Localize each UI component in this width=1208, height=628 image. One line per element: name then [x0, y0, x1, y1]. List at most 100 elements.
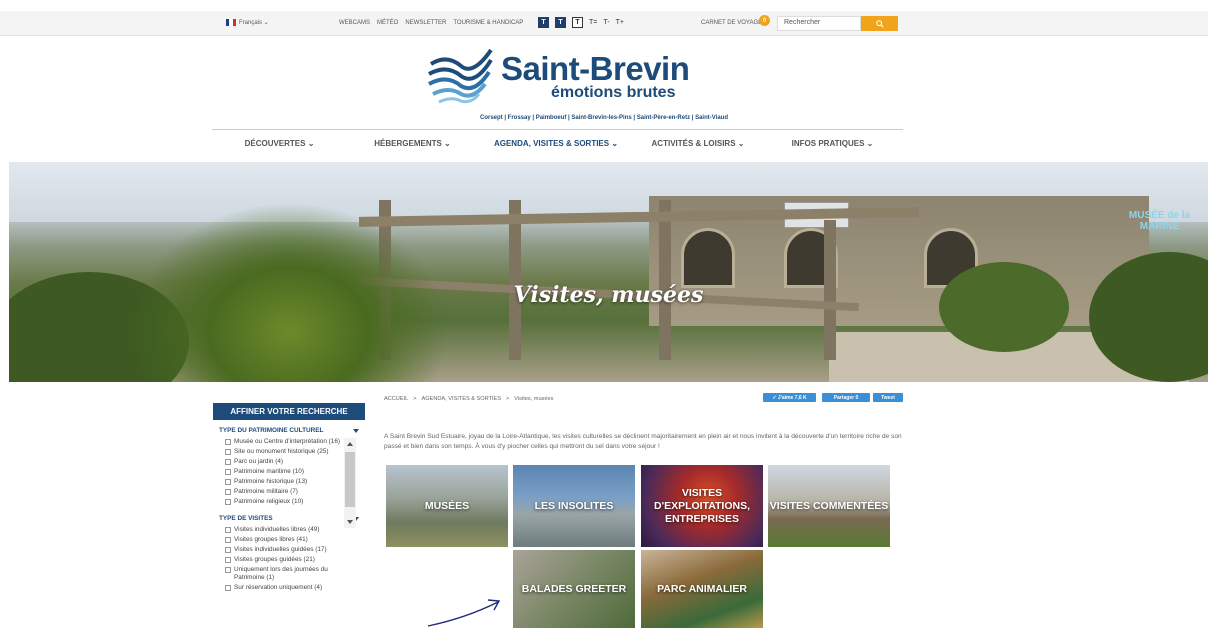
filter-option-label: Visites individuelles libres (49)	[234, 526, 320, 533]
filter-option[interactable]: Visites groupes libres (41)	[225, 536, 343, 544]
checkbox[interactable]	[225, 489, 231, 495]
logo-title: Saint-Brevin	[501, 50, 690, 87]
checkbox[interactable]	[225, 469, 231, 475]
filter-option[interactable]: Visites individuelles libres (49)	[225, 526, 343, 534]
tile-label: MUSÉES	[424, 499, 470, 512]
breadcrumb-agenda[interactable]: AGENDA, VISITES & SORTIES	[422, 396, 501, 402]
tile-visites-commentees[interactable]: VISITES COMMENTÉES	[768, 465, 890, 547]
font-reset-button[interactable]: T=	[589, 19, 597, 26]
share-button[interactable]: Partager 0	[822, 393, 870, 402]
breadcrumb-separator: >	[413, 396, 417, 402]
filter-option[interactable]: Site ou monument historique (25)	[225, 448, 343, 456]
tile-label: BALADES GREETER	[521, 582, 627, 595]
breadcrumb-current: Visites, musées	[514, 396, 554, 402]
filter-list-visites: Visites individuelles libres (49) Visite…	[213, 526, 365, 592]
filter-group-visites[interactable]: TYPE DE VISITES	[219, 515, 359, 522]
tile-label: LES INSOLITES	[534, 499, 614, 512]
filter-option[interactable]: Patrimoine religieux (10)	[225, 498, 343, 506]
filter-option[interactable]: Parc ou jardin (4)	[225, 458, 343, 466]
nav-agenda-visites-sorties[interactable]: AGENDA, VISITES & SORTIES ⌄	[478, 139, 634, 148]
filter-option-label: Patrimoine historique (13)	[234, 478, 308, 485]
checkbox[interactable]	[225, 567, 231, 573]
filter-title: AFFINER VOTRE RECHERCHE	[213, 403, 365, 420]
tile-balades-greeter[interactable]: BALADES GREETER	[513, 550, 635, 628]
filter-option-label: Musée ou Centre d'interprétation (16)	[234, 438, 341, 445]
breadcrumb-home[interactable]: ACCUEIL	[384, 396, 408, 402]
wave-logo-icon	[428, 48, 493, 104]
tile-musees[interactable]: MUSÉES	[386, 465, 508, 547]
newsletter-link[interactable]: NEWSLETTER	[405, 20, 446, 26]
filter-group-title: TYPE DU PATRIMOINE CULTUREL	[219, 427, 324, 434]
filter-option[interactable]: Patrimoine maritime (10)	[225, 468, 343, 476]
filter-option[interactable]: Visites individuelles guidées (17)	[225, 546, 343, 554]
tile-visites-exploitations[interactable]: VISITES D'EXPLOITATIONS, ENTREPRISES	[641, 465, 763, 547]
filter-option-label: Parc ou jardin (4)	[234, 458, 284, 465]
site-logo[interactable]: Saint-Brevin émotions brutes	[427, 44, 697, 106]
contrast-dark-button[interactable]: T	[538, 17, 549, 28]
filter-option-label: Uniquement lors des journées du Patrimoi…	[234, 566, 328, 581]
checkbox[interactable]	[225, 439, 231, 445]
search-button[interactable]	[861, 16, 898, 31]
tile-label: PARC ANIMALIER	[657, 582, 747, 595]
checkbox[interactable]	[225, 479, 231, 485]
language-selector[interactable]: Français ⌄	[226, 19, 269, 26]
checkbox[interactable]	[225, 547, 231, 553]
scroll-up-icon[interactable]	[347, 442, 353, 446]
chevron-down-icon	[353, 428, 359, 433]
font-decrease-button[interactable]: T-	[603, 19, 609, 26]
tweet-button[interactable]: Tweet	[873, 393, 903, 402]
filter-scrollbar[interactable]	[344, 438, 356, 528]
tile-parc-animalier[interactable]: PARC ANIMALIER	[641, 550, 763, 628]
webcams-link[interactable]: WEBCAMS	[339, 20, 370, 26]
filter-option-label: Patrimoine maritime (10)	[234, 468, 304, 475]
filter-option[interactable]: Uniquement lors des journées du Patrimoi…	[225, 566, 343, 582]
font-increase-button[interactable]: T+	[616, 19, 624, 26]
filter-sidebar: AFFINER VOTRE RECHERCHE TYPE DU PATRIMOI…	[213, 403, 365, 594]
filter-option-label: Visites groupes libres (41)	[234, 536, 308, 543]
tile-les-insolites[interactable]: LES INSOLITES	[513, 465, 635, 547]
hero-title: Visites, musées	[513, 282, 704, 308]
checkbox[interactable]	[225, 459, 231, 465]
checkbox[interactable]	[225, 449, 231, 455]
filter-option[interactable]: Musée ou Centre d'interprétation (16)	[225, 438, 343, 446]
meteo-link[interactable]: MÉTÉO	[377, 20, 398, 26]
hero-banner: MUSÉE de la MARINE Visites, musées	[9, 162, 1208, 382]
search-input[interactable]: Rechercher	[777, 16, 861, 31]
scroll-down-icon[interactable]	[347, 520, 353, 524]
scroll-thumb[interactable]	[345, 452, 355, 507]
contrast-mid-button[interactable]: T	[555, 17, 566, 28]
nav-activites-loisirs[interactable]: ACTIVITÉS & LOISIRS ⌄	[634, 139, 762, 148]
filter-option[interactable]: Visites groupes guidées (21)	[225, 556, 343, 564]
checkbox[interactable]	[225, 585, 231, 591]
nav-hebergements[interactable]: HÉBERGEMENTS ⌄	[347, 139, 478, 148]
checkbox[interactable]	[225, 527, 231, 533]
contrast-light-button[interactable]: T	[572, 17, 583, 28]
filter-option-label: Visites individuelles guidées (17)	[234, 546, 327, 553]
french-flag-icon	[226, 19, 236, 26]
checkbox[interactable]	[225, 499, 231, 505]
tourisme-handicap-link[interactable]: TOURISME & HANDICAP	[453, 20, 523, 26]
main-nav: DÉCOUVERTES ⌄ HÉBERGEMENTS ⌄ AGENDA, VIS…	[212, 139, 903, 148]
filter-list-patrimoine: Musée ou Centre d'interprétation (16) Si…	[213, 438, 365, 528]
accessibility-tools: T T T T= T- T+	[538, 17, 624, 28]
like-button[interactable]: ✓ J'aime 7,6 K	[763, 393, 816, 402]
checkbox[interactable]	[225, 557, 231, 563]
towns-list: Corsept | Frossay | Paimboeuf | Saint-Br…	[479, 115, 728, 121]
filter-option[interactable]: Sur réservation uniquement (4)	[225, 584, 343, 592]
filter-option-label: Visites groupes guidées (21)	[234, 556, 315, 563]
nav-infos-pratiques[interactable]: INFOS PRATIQUES ⌄	[762, 139, 903, 148]
nav-decouvertes[interactable]: DÉCOUVERTES ⌄	[212, 139, 347, 148]
filter-option-label: Sur réservation uniquement (4)	[234, 584, 323, 591]
magnifier-icon	[875, 19, 884, 28]
carnet-count-badge: 0	[759, 15, 770, 26]
fence-post	[659, 200, 671, 360]
checkbox[interactable]	[225, 537, 231, 543]
utility-links: WEBCAMS MÉTÉO NEWSLETTER TOURISME & HAND…	[339, 20, 523, 26]
filter-group-patrimoine[interactable]: TYPE DU PATRIMOINE CULTUREL	[219, 427, 359, 434]
carnet-de-voyage-link[interactable]: CARNET DE VOYAGE	[701, 20, 762, 26]
breadcrumb-separator: >	[506, 396, 510, 402]
filter-option[interactable]: Patrimoine historique (13)	[225, 478, 343, 486]
annotation-arrow-icon	[427, 599, 501, 627]
filter-option[interactable]: Patrimoine militaire (7)	[225, 488, 343, 496]
breadcrumb: ACCUEIL > AGENDA, VISITES & SORTIES > Vi…	[384, 396, 553, 402]
